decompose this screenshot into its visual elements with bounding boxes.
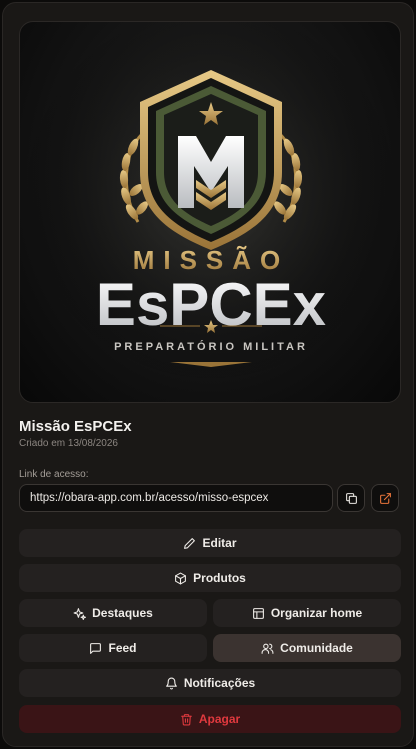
trash-icon <box>180 713 192 725</box>
feed-label: Feed <box>108 641 137 655</box>
highlights-label: Destaques <box>92 606 153 620</box>
cover-image: MISSÃO EsPCEx PREPARATÓRIO MILITAR <box>19 21 401 403</box>
notifications-button[interactable]: Notificações <box>19 669 401 697</box>
access-link-label: Link de acesso: <box>19 469 89 480</box>
logo-tagline: PREPARATÓRIO MILITAR <box>114 340 308 353</box>
created-date: Criado em 13/08/2026 <box>19 438 118 449</box>
users-icon <box>261 643 274 654</box>
project-card: MISSÃO EsPCEx PREPARATÓRIO MILITAR Missã… <box>2 2 414 747</box>
community-button[interactable]: Comunidade <box>213 634 401 662</box>
highlights-button[interactable]: Destaques <box>19 599 207 627</box>
logo-emblem: MISSÃO EsPCEx PREPARATÓRIO MILITAR <box>20 22 400 402</box>
edit-label: Editar <box>202 536 237 550</box>
community-label: Comunidade <box>280 641 353 655</box>
feed-button[interactable]: Feed <box>19 634 207 662</box>
organize-home-button[interactable]: Organizar home <box>213 599 401 627</box>
products-button[interactable]: Produtos <box>19 564 401 592</box>
copy-icon <box>345 492 357 504</box>
open-link-button[interactable] <box>371 484 399 512</box>
delete-button[interactable]: Apagar <box>19 705 401 733</box>
access-link-field[interactable]: https://obara-app.com.br/acesso/misso-es… <box>19 484 333 512</box>
products-label: Produtos <box>193 571 246 585</box>
project-title: Missão EsPCEx <box>19 418 132 435</box>
organize-home-label: Organizar home <box>270 606 363 620</box>
external-link-icon <box>379 492 391 504</box>
delete-label: Apagar <box>198 712 241 726</box>
message-square-icon <box>90 642 102 654</box>
package-icon <box>175 572 187 584</box>
copy-link-button[interactable] <box>337 484 365 512</box>
notifications-label: Notificações <box>183 676 256 690</box>
layout-icon <box>252 607 264 619</box>
bell-icon <box>165 677 177 689</box>
edit-button[interactable]: Editar <box>19 529 401 557</box>
sparkles-icon <box>73 607 87 620</box>
pencil-icon <box>184 537 196 549</box>
